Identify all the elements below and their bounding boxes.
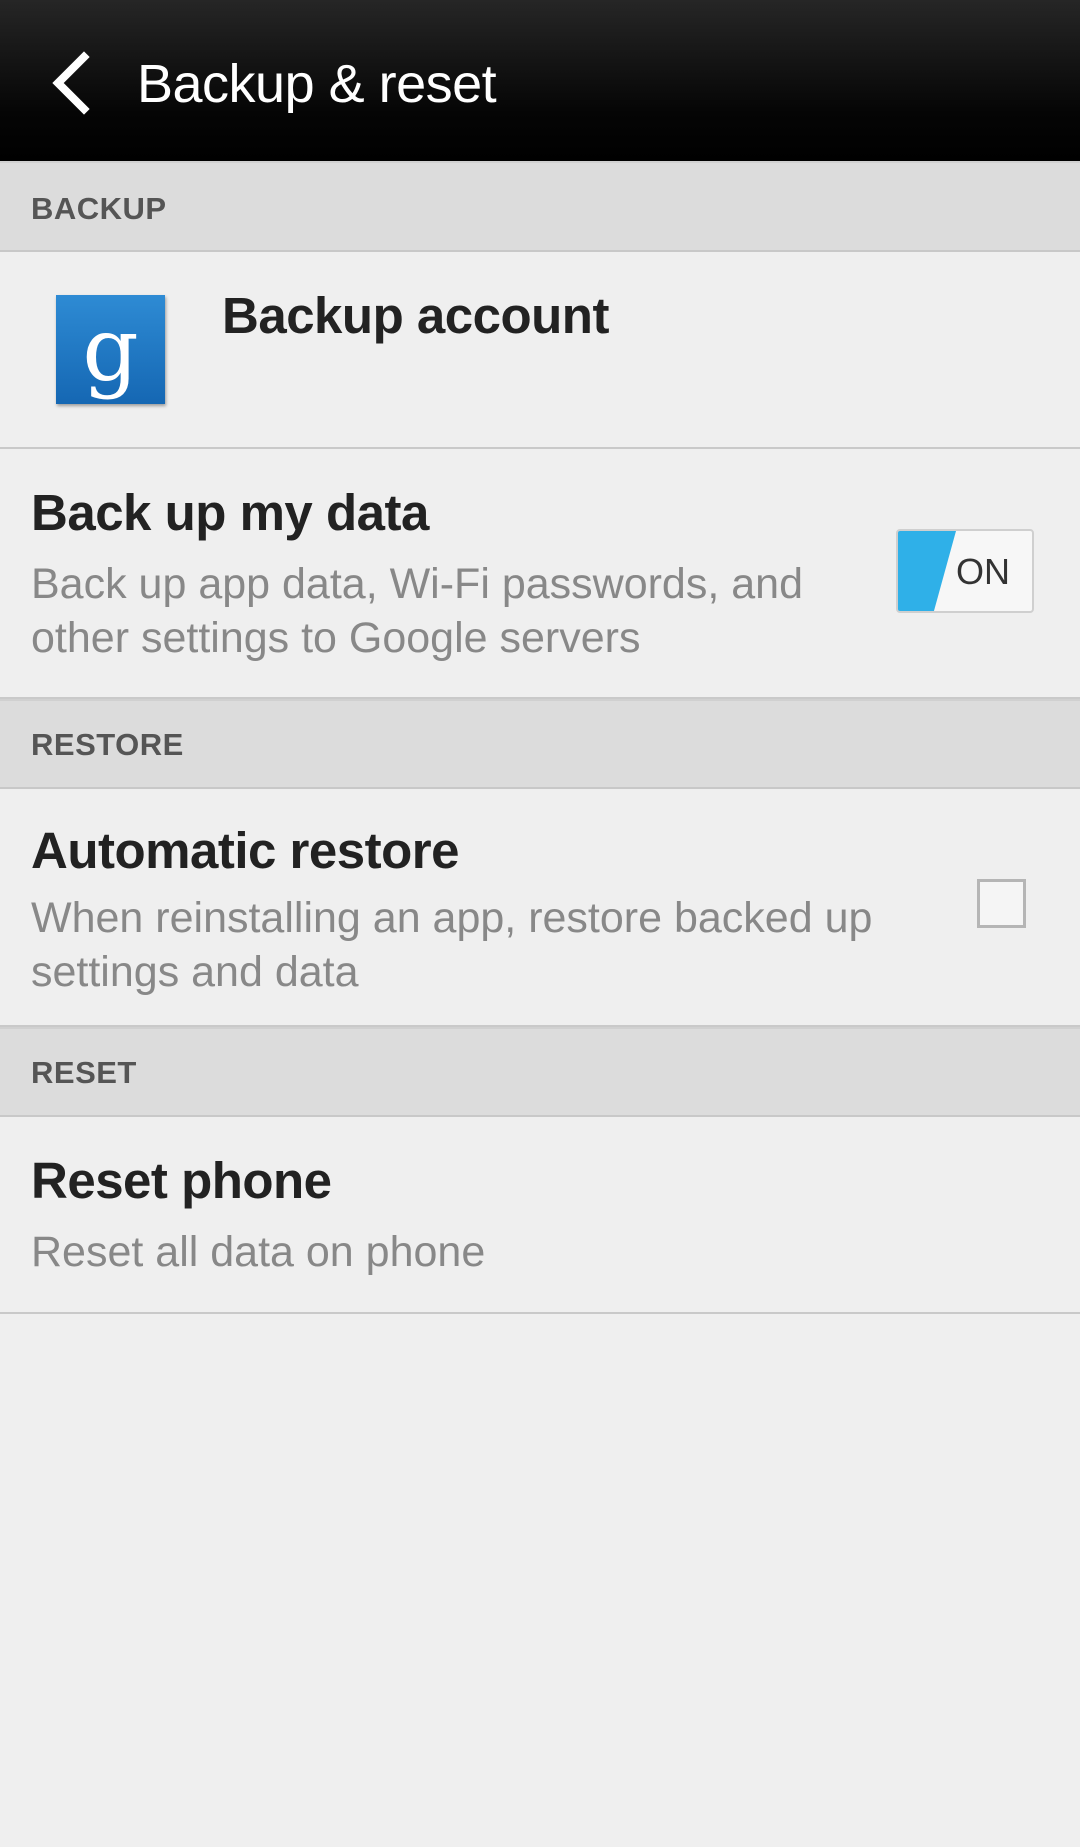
summary-line-2: settings and data [31,948,359,996]
reset-phone-summary: Reset all data on phone [31,1228,486,1276]
back-button[interactable] [30,40,110,125]
section-header-reset: RESET [0,1027,1080,1117]
back-up-toggle[interactable]: ON [896,529,1034,613]
chevron-left-icon [52,50,90,115]
section-header-label: RESTORE [31,727,184,762]
section-header-backup: BACKUP [0,161,1080,252]
summary-line-1: Back up app data, Wi-Fi passwords, and [31,560,803,608]
google-icon-glyph: g [82,297,139,401]
reset-phone-row[interactable]: Reset phone Reset all data on phone [0,1117,1080,1314]
reset-phone-title: Reset phone [31,1152,332,1209]
automatic-restore-checkbox[interactable] [977,879,1026,928]
section-header-label: BACKUP [31,191,167,226]
toggle-state-label: ON [956,551,1010,592]
section-header-restore: RESTORE [0,699,1080,789]
settings-screen: Backup & reset BACKUP Backup account g B… [0,0,1080,1847]
automatic-restore-row[interactable]: Automatic restore When reinstalling an a… [0,789,1080,1027]
google-icon: g [56,295,165,404]
automatic-restore-summary: When reinstalling an app, restore backed… [31,891,872,999]
summary-line-1: When reinstalling an app, restore backed… [31,894,873,942]
action-bar: Backup & reset [0,0,1080,161]
toggle-knob [898,531,956,611]
summary-line-2: other settings to Google servers [31,614,641,662]
back-up-my-data-summary: Back up app data, Wi-Fi passwords, and o… [31,557,803,665]
backup-account-title: Backup account [222,287,609,344]
back-up-my-data-title: Back up my data [31,484,429,541]
page-title: Backup & reset [137,54,497,114]
automatic-restore-title: Automatic restore [31,822,459,879]
section-header-label: RESET [31,1055,137,1090]
